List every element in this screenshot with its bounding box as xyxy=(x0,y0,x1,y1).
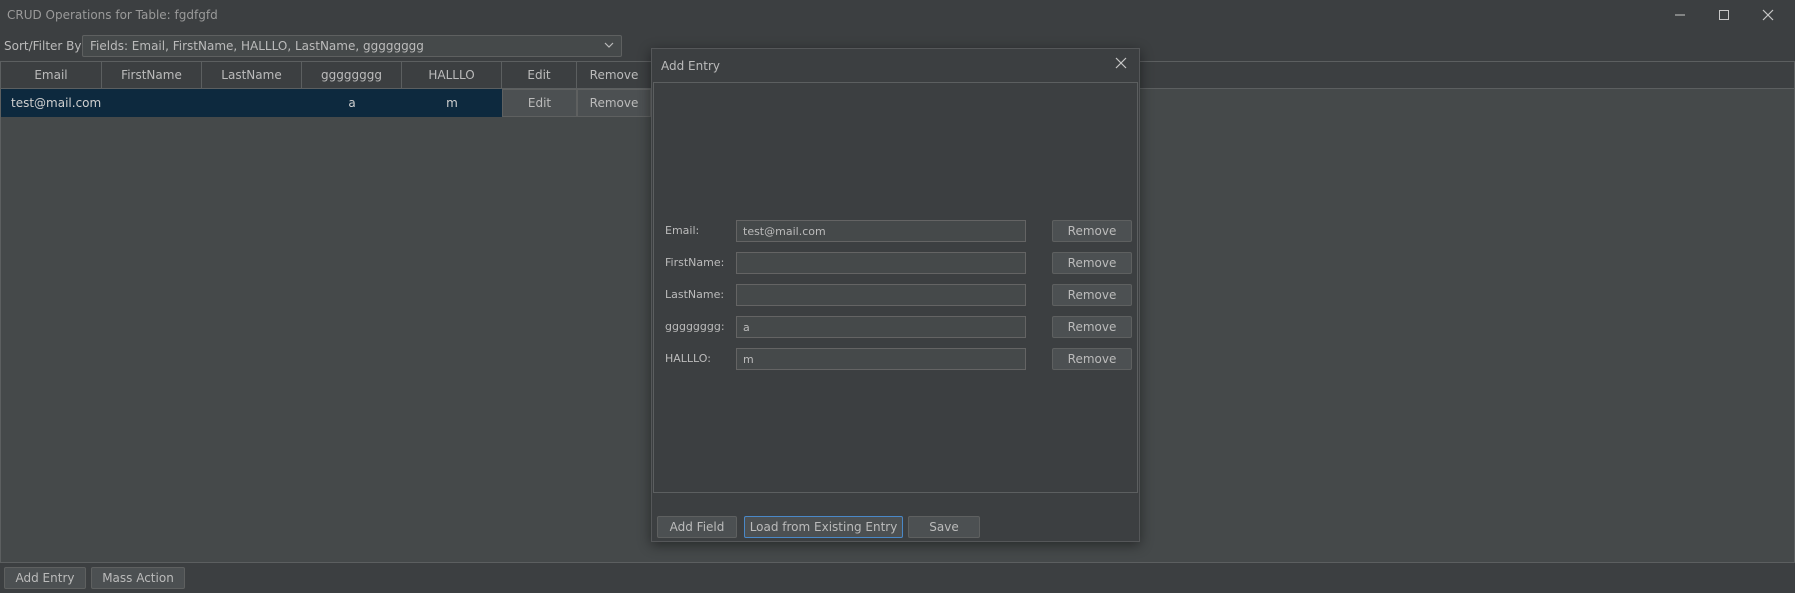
column-header-halllo[interactable]: HALLLO xyxy=(402,62,502,88)
email-field[interactable] xyxy=(736,220,1026,242)
dialog-close-button[interactable] xyxy=(1115,57,1127,72)
form-row-email: Email: Remove xyxy=(654,220,1137,242)
remove-field-button[interactable]: Remove xyxy=(1052,284,1132,306)
add-entry-button[interactable]: Add Entry xyxy=(4,567,86,589)
mass-action-button[interactable]: Mass Action xyxy=(91,567,185,589)
remove-field-button[interactable]: Remove xyxy=(1052,220,1132,242)
firstname-field[interactable] xyxy=(736,252,1026,274)
column-header-remove[interactable]: Remove xyxy=(577,62,652,88)
form-row-halllo: HALLLO: Remove xyxy=(654,348,1137,370)
remove-field-button[interactable]: Remove xyxy=(1052,252,1132,274)
window-title: CRUD Operations for Table: fgdfgfd xyxy=(7,8,218,22)
halllo-field[interactable] xyxy=(736,348,1026,370)
dialog-title: Add Entry xyxy=(661,59,720,73)
row-remove-button[interactable]: Remove xyxy=(577,89,651,117)
table-row[interactable]: test@mail.com a m Edit Remove xyxy=(1,89,651,117)
form-row-lastname: LastName: Remove xyxy=(654,284,1137,306)
field-label: FirstName: xyxy=(665,256,725,269)
load-existing-entry-button[interactable]: Load from Existing Entry xyxy=(744,516,903,538)
filter-select-value: Fields: Email, FirstName, HALLLO, LastNa… xyxy=(90,39,424,53)
field-label: gggggggg: xyxy=(665,320,725,333)
cell-gggggggg: a xyxy=(302,89,402,117)
maximize-icon xyxy=(1719,10,1729,20)
form-row-gggggggg: gggggggg: Remove xyxy=(654,316,1137,338)
save-button[interactable]: Save xyxy=(908,516,980,538)
close-icon xyxy=(1762,9,1774,21)
bottom-toolbar: Add Entry Mass Action xyxy=(0,563,1795,593)
remove-field-button[interactable]: Remove xyxy=(1052,316,1132,338)
form-row-firstname: FirstName: Remove xyxy=(654,252,1137,274)
row-edit-button[interactable]: Edit xyxy=(502,89,577,117)
chevron-down-icon xyxy=(604,42,614,48)
minimize-button[interactable] xyxy=(1660,3,1700,27)
column-header-edit[interactable]: Edit xyxy=(502,62,577,88)
column-header-firstname[interactable]: FirstName xyxy=(102,62,202,88)
column-header-lastname[interactable]: LastName xyxy=(202,62,302,88)
gggggggg-field[interactable] xyxy=(736,316,1026,338)
cell-lastname xyxy=(202,89,302,117)
lastname-field[interactable] xyxy=(736,284,1026,306)
add-entry-dialog: Add Entry Email: Remove FirstName: Remov… xyxy=(651,48,1140,542)
add-field-button[interactable]: Add Field xyxy=(657,516,737,538)
field-label: LastName: xyxy=(665,288,725,301)
column-header-gggggggg[interactable]: gggggggg xyxy=(302,62,402,88)
close-icon xyxy=(1115,57,1127,69)
field-label: Email: xyxy=(665,224,700,237)
filter-label: Sort/Filter By: xyxy=(4,39,85,53)
close-button[interactable] xyxy=(1748,3,1788,27)
cell-halllo: m xyxy=(402,89,502,117)
dialog-form: Email: Remove FirstName: Remove LastName… xyxy=(653,82,1138,493)
filter-select[interactable]: Fields: Email, FirstName, HALLLO, LastNa… xyxy=(82,35,622,57)
column-header-email[interactable]: Email xyxy=(1,62,102,88)
maximize-button[interactable] xyxy=(1704,3,1744,27)
cell-email: test@mail.com xyxy=(1,89,202,117)
window-titlebar: CRUD Operations for Table: fgdfgfd xyxy=(0,0,1795,30)
field-label: HALLLO: xyxy=(665,352,711,365)
minimize-icon xyxy=(1675,14,1685,16)
remove-field-button[interactable]: Remove xyxy=(1052,348,1132,370)
